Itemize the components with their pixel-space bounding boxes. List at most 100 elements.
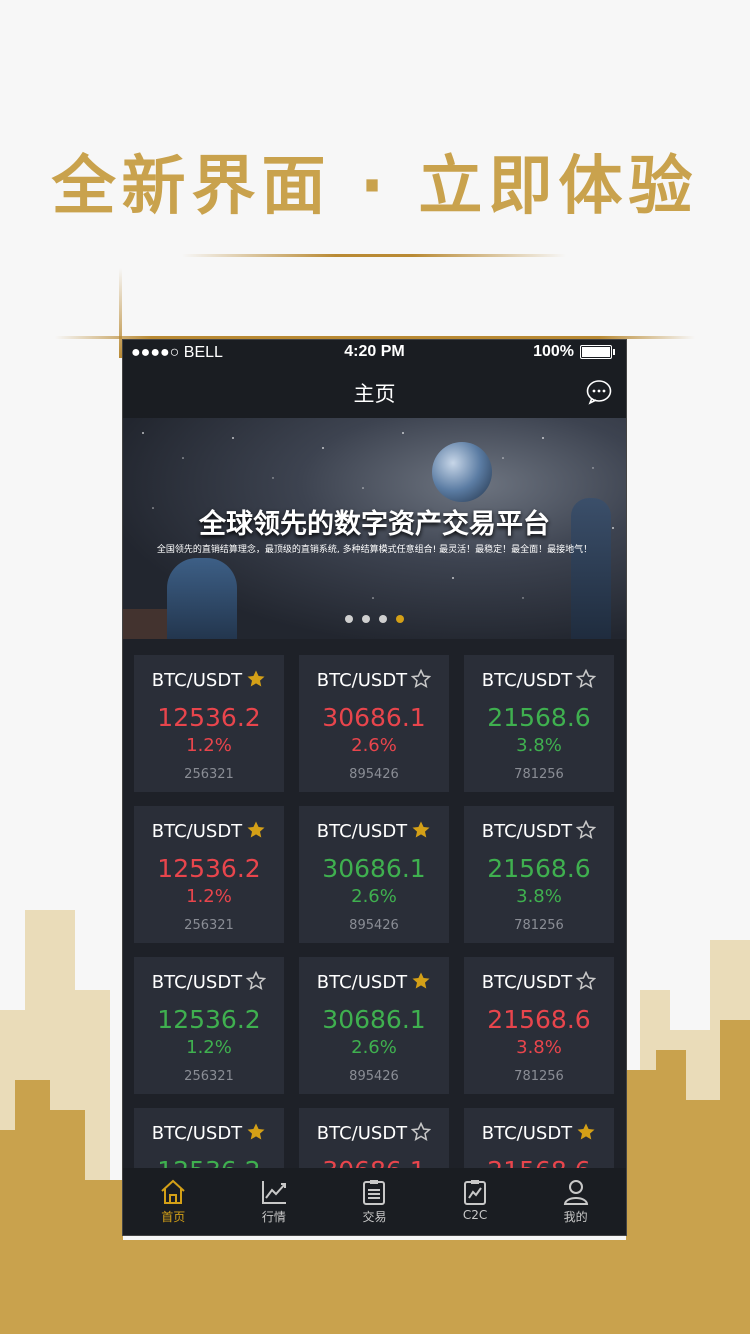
star-outline-icon[interactable]	[411, 1122, 432, 1142]
pair-name-row: BTC/USDT	[134, 820, 284, 842]
tab-label: 我的	[563, 1210, 588, 1224]
tab-market[interactable]: 行情	[224, 1168, 325, 1235]
carousel-dot[interactable]	[362, 615, 370, 623]
change-percent: 3.8%	[516, 735, 562, 756]
pair-name: BTC/USDT	[151, 972, 243, 993]
change-percent: 1.2%	[186, 735, 232, 756]
market-card[interactable]: BTC/USDT 30686.1 2.6% 895426	[299, 655, 449, 792]
tab-trade[interactable]: 交易	[324, 1168, 425, 1235]
tab-c2c[interactable]: C2C	[425, 1168, 526, 1235]
carousel-indicator[interactable]	[123, 615, 626, 623]
status-bar: ●●●●○ BELL 4:20 PM 100%	[123, 340, 626, 366]
volume: 781256	[514, 918, 564, 933]
banner-title: 全球领先的数字资产交易平台	[199, 509, 550, 540]
star-outline-icon[interactable]	[576, 669, 597, 689]
pair-name: BTC/USDT	[481, 972, 573, 993]
pair-name: BTC/USDT	[151, 670, 243, 691]
volume: 256321	[184, 767, 234, 782]
star-outline-icon[interactable]	[246, 971, 267, 991]
tab-home[interactable]: 首页	[123, 1168, 224, 1235]
pair-name-row: BTC/USDT	[299, 669, 449, 691]
star-outline-icon[interactable]	[411, 669, 432, 689]
star-outline-icon[interactable]	[576, 971, 597, 991]
tab-profile[interactable]: 我的	[525, 1168, 626, 1235]
change-percent: 3.8%	[516, 1037, 562, 1058]
last-price: 30686.1	[322, 1005, 426, 1034]
tab-label: 首页	[161, 1210, 186, 1224]
promo-banner[interactable]: 全球领先的数字资产交易平台 全国领先的直销结算理念，最顶级的直销系统, 多种结算…	[123, 418, 626, 639]
market-card[interactable]: BTC/USDT 30686.1 2.6% 895426	[299, 957, 449, 1094]
clipboard-icon	[363, 1180, 386, 1205]
volume: 781256	[514, 767, 564, 782]
change-percent: 2.6%	[351, 1037, 397, 1058]
change-percent: 2.6%	[351, 735, 397, 756]
star-filled-icon[interactable]	[246, 1122, 266, 1142]
pair-name: BTC/USDT	[316, 821, 408, 842]
change-percent: 1.2%	[186, 1037, 232, 1058]
pair-name: BTC/USDT	[151, 1123, 243, 1144]
market-card[interactable]: BTC/USDT 12536.2 1.2% 256321	[134, 655, 284, 792]
chart-line-icon	[261, 1181, 286, 1204]
market-card[interactable]: BTC/USDT 30686.1 2.6% 895426	[299, 806, 449, 943]
pair-name: BTC/USDT	[481, 821, 573, 842]
star-filled-icon[interactable]	[246, 669, 266, 689]
pair-name-row: BTC/USDT	[134, 669, 284, 691]
pair-name-row: BTC/USDT	[299, 971, 449, 993]
user-icon	[563, 1180, 588, 1205]
pair-name: BTC/USDT	[316, 670, 408, 691]
last-price: 21568.6	[487, 1005, 591, 1034]
volume: 781256	[514, 1069, 564, 1084]
volume: 895426	[349, 1069, 399, 1084]
nav-bar: 主页	[123, 366, 626, 418]
last-price: 30686.1	[322, 854, 426, 883]
battery-status: 100%	[533, 343, 615, 361]
pair-name-row: BTC/USDT	[134, 1122, 284, 1144]
earth-illustration	[432, 442, 492, 502]
last-price: 30686.1	[322, 703, 426, 732]
phone-screen: ●●●●○ BELL 4:20 PM 100% 主页 全球领先的数字资产交易平台…	[123, 340, 626, 1235]
market-card[interactable]: BTC/USDT 12536.2 1.2% 256321	[134, 806, 284, 943]
volume: 256321	[184, 918, 234, 933]
decorative-line	[182, 254, 566, 257]
carousel-dot-active[interactable]	[396, 615, 404, 623]
battery-percent: 100%	[533, 343, 574, 360]
decorative-line	[55, 336, 695, 339]
pair-name-row: BTC/USDT	[134, 971, 284, 993]
battery-icon	[580, 345, 615, 359]
change-percent: 1.2%	[186, 886, 232, 907]
star-filled-icon[interactable]	[246, 820, 266, 840]
home-icon	[161, 1179, 185, 1204]
pair-name-row: BTC/USDT	[299, 1122, 449, 1144]
star-filled-icon[interactable]	[576, 1122, 596, 1142]
last-price: 21568.6	[487, 854, 591, 883]
promo-headline: 全新界面 · 立即体验	[51, 150, 699, 224]
market-card[interactable]: BTC/USDT 21568.6 3.8% 781256	[464, 806, 614, 943]
bottom-tab-bar: 首页 行情 交易 C2C 我的	[123, 1168, 626, 1235]
carousel-dot[interactable]	[379, 615, 387, 623]
pair-name: BTC/USDT	[481, 1123, 573, 1144]
pair-name-row: BTC/USDT	[464, 971, 614, 993]
trade-board-icon	[464, 1180, 487, 1205]
banner-subtitle: 全国领先的直销结算理念，最顶级的直销系统, 多种结算模式任意组合! 最灵活！最稳…	[156, 545, 593, 555]
pair-name-row: BTC/USDT	[464, 1122, 614, 1144]
pair-name-row: BTC/USDT	[464, 669, 614, 691]
market-card[interactable]: BTC/USDT 12536.2 1.2% 256321	[134, 957, 284, 1094]
pair-name: BTC/USDT	[316, 972, 408, 993]
market-card[interactable]: BTC/USDT 21568.6 3.8% 781256	[464, 655, 614, 792]
market-card[interactable]: BTC/USDT 21568.6 3.8% 781256	[464, 957, 614, 1094]
change-percent: 2.6%	[351, 886, 397, 907]
star-filled-icon[interactable]	[411, 971, 431, 991]
carousel-dot[interactable]	[345, 615, 353, 623]
pair-name-row: BTC/USDT	[299, 820, 449, 842]
last-price: 12536.2	[157, 854, 261, 883]
volume: 895426	[349, 918, 399, 933]
last-price: 12536.2	[157, 703, 261, 732]
chat-bubble-icon[interactable]	[586, 379, 612, 405]
tab-label: 行情	[261, 1210, 286, 1224]
market-grid: BTC/USDT 12536.2 1.2% 256321 BTC/USDT 30686.1…	[134, 655, 614, 1235]
tab-label: 交易	[362, 1210, 387, 1224]
page-title: 主页	[353, 382, 396, 406]
pair-name: BTC/USDT	[316, 1123, 408, 1144]
star-outline-icon[interactable]	[576, 820, 597, 840]
star-filled-icon[interactable]	[411, 820, 431, 840]
